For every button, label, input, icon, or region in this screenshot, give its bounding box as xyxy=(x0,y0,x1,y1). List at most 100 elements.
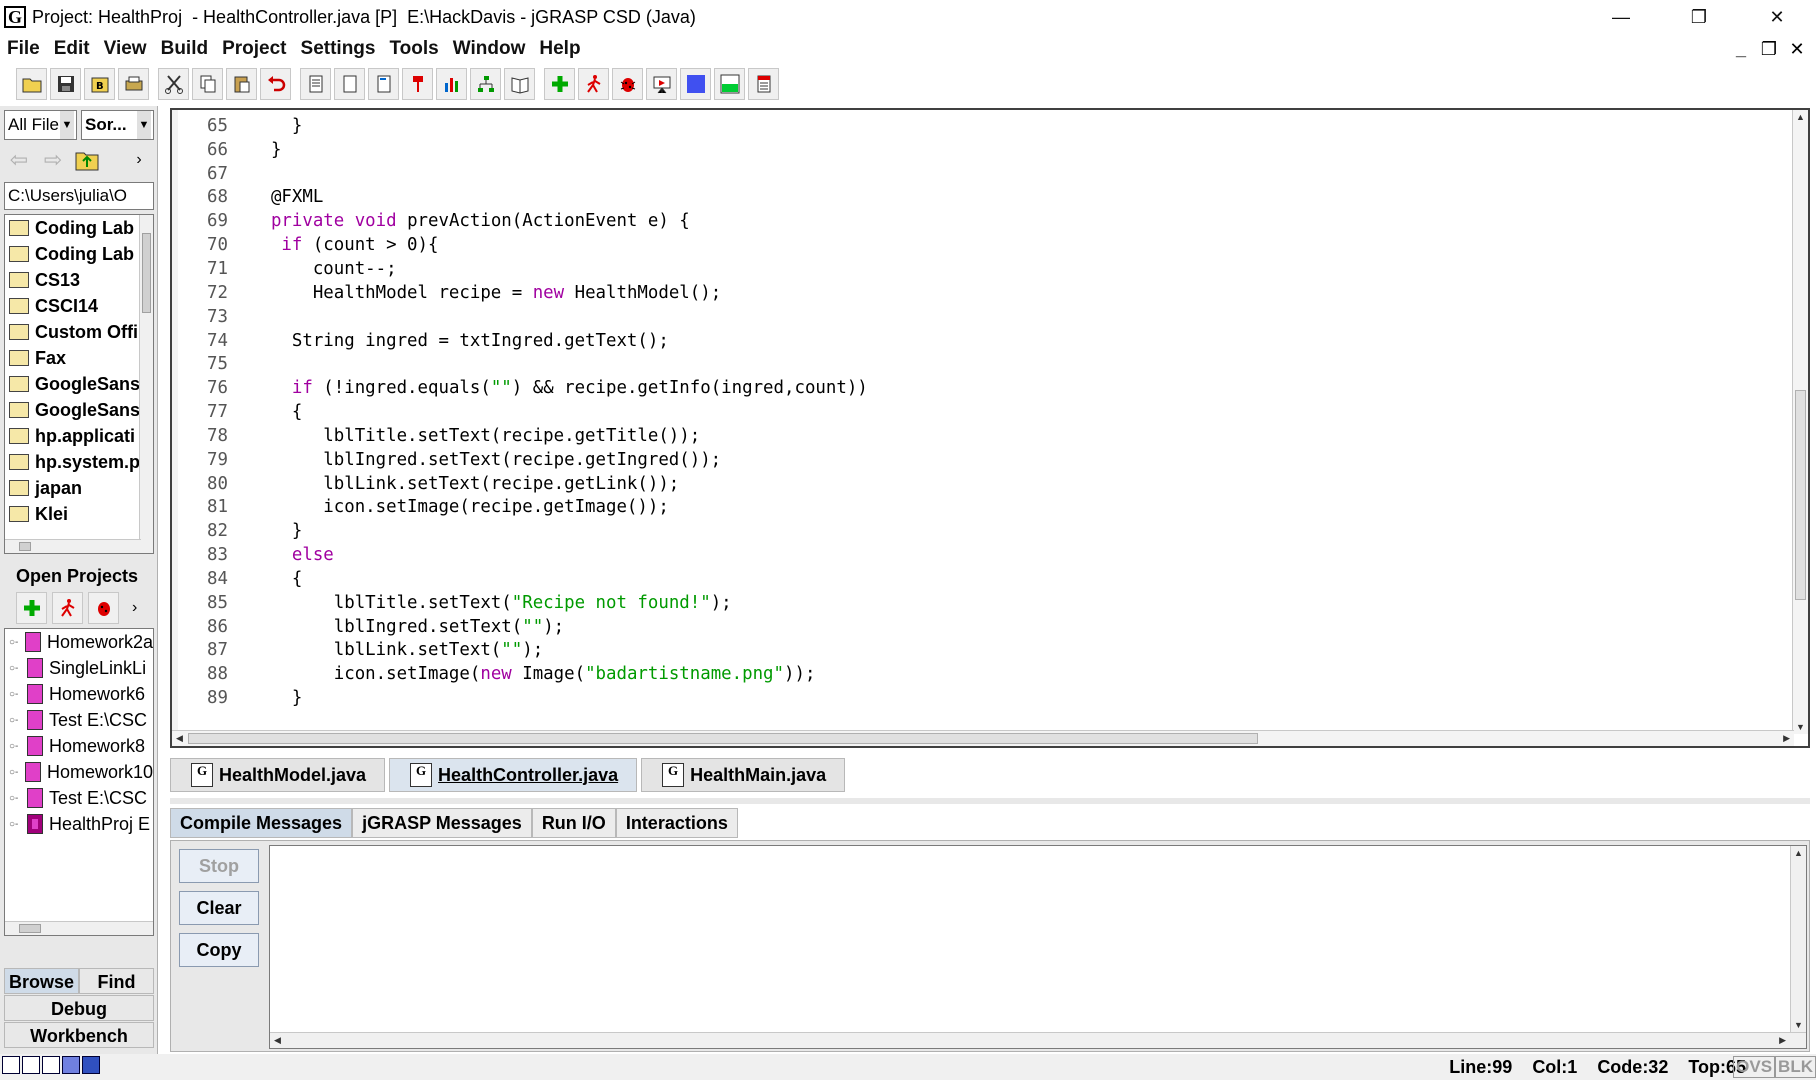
pin-icon[interactable] xyxy=(402,68,433,100)
code-editor[interactable]: 65 } 66 } 67 68 @FXML 69 private void prevAc… xyxy=(170,108,1810,748)
output-hscrollbar[interactable]: ◀ ▶ xyxy=(270,1032,1806,1048)
up-folder-icon[interactable] xyxy=(72,146,102,174)
projects-hscrollbar[interactable] xyxy=(5,921,153,935)
expand-toggle-icon[interactable]: ○- xyxy=(9,741,21,752)
scroll-right-icon[interactable]: ▶ xyxy=(1783,733,1790,744)
expand-toggle-icon[interactable]: ○- xyxy=(9,793,21,804)
code-line[interactable]: 74 String ingred = txtIngred.getText(); xyxy=(180,329,1780,353)
editor-hscrollbar[interactable]: ◀ ▶ xyxy=(172,730,1794,746)
uml-diagram-icon[interactable] xyxy=(470,68,501,100)
menu-view[interactable]: View xyxy=(97,38,154,60)
folder-item[interactable]: Coding Lab xyxy=(5,215,153,241)
code-line[interactable]: 72 HealthModel recipe = new HealthModel(… xyxy=(180,281,1780,305)
project-item[interactable]: ○- Test E:\CSC xyxy=(5,785,153,811)
expand-toggle-icon[interactable]: ○- xyxy=(9,663,21,674)
clear-button[interactable]: Clear xyxy=(179,891,259,925)
scroll-left-icon[interactable]: ◀ xyxy=(274,1035,281,1046)
file-tree-scrollbar[interactable] xyxy=(139,215,153,553)
undo-icon[interactable] xyxy=(260,68,291,100)
file-tree-hscrollbar[interactable] xyxy=(5,539,141,553)
folder-item[interactable]: GoogleSans xyxy=(5,397,153,423)
code-line[interactable]: 82 } xyxy=(180,519,1780,543)
browse-icon[interactable] xyxy=(368,68,399,100)
file-filter-combo[interactable]: All File ▼ xyxy=(4,110,77,140)
file-tab-healthcontroller[interactable]: G HealthController.java xyxy=(389,758,638,792)
code-line[interactable]: 77 { xyxy=(180,400,1780,424)
bar-chart-icon[interactable] xyxy=(436,68,467,100)
tab-find[interactable]: Find xyxy=(79,968,154,994)
scroll-thumb[interactable] xyxy=(1795,390,1806,600)
editor-vscrollbar[interactable]: ▲ ▼ xyxy=(1792,110,1808,734)
minimize-button[interactable]: — xyxy=(1582,0,1660,34)
project-item[interactable]: ○- Homework2a xyxy=(5,629,153,655)
code-line[interactable]: 75 xyxy=(180,352,1780,376)
save-icon[interactable] xyxy=(50,68,81,100)
project-item-active[interactable]: ○- HealthProj E xyxy=(5,811,153,837)
run-icon[interactable] xyxy=(52,592,83,624)
paste-icon[interactable] xyxy=(226,68,257,100)
expand-toggle-icon[interactable]: ○- xyxy=(9,819,21,830)
code-line[interactable]: 84 { xyxy=(180,567,1780,591)
forward-arrow-icon[interactable]: ⇨ xyxy=(38,146,68,174)
scroll-up-icon[interactable]: ▲ xyxy=(1796,112,1805,122)
blue-square-icon[interactable] xyxy=(680,68,711,100)
folder-item[interactable]: japan xyxy=(5,475,153,501)
folder-item[interactable]: Klei xyxy=(5,501,153,527)
folder-item[interactable]: CS13 xyxy=(5,267,153,293)
new-blank-icon[interactable] xyxy=(334,68,365,100)
code-line[interactable]: 78 lblTitle.setText(recipe.getTitle()); xyxy=(180,424,1780,448)
code-line[interactable]: 79 lblIngred.setText(recipe.getIngred())… xyxy=(180,448,1780,472)
open-folder-icon[interactable] xyxy=(16,68,47,100)
doc-minimize-icon[interactable]: _ xyxy=(1730,38,1752,60)
viewer-icon[interactable] xyxy=(646,68,677,100)
run-icon[interactable] xyxy=(578,68,609,100)
file-tab-healthmain[interactable]: G HealthMain.java xyxy=(641,758,846,792)
scroll-left-icon[interactable]: ◀ xyxy=(176,733,183,744)
tab-debug[interactable]: Debug xyxy=(4,995,154,1021)
code-line[interactable]: 70 if (count > 0){ xyxy=(180,233,1780,257)
layout-float-icon[interactable] xyxy=(2,1056,20,1074)
sort-combo[interactable]: Sor... ▼ xyxy=(81,110,154,140)
debug-icon[interactable] xyxy=(612,68,643,100)
tab-jgrasp-messages[interactable]: jGRASP Messages xyxy=(352,808,532,838)
scroll-down-icon[interactable]: ▼ xyxy=(1794,1020,1803,1030)
scroll-down-icon[interactable]: ▼ xyxy=(1796,722,1805,732)
expand-toggle-icon[interactable]: ○- xyxy=(9,637,19,648)
document-icon[interactable] xyxy=(748,68,779,100)
cut-icon[interactable] xyxy=(158,68,189,100)
folder-item[interactable]: Custom Offi xyxy=(5,319,153,345)
layout-columns-icon[interactable] xyxy=(42,1056,60,1074)
scroll-thumb[interactable] xyxy=(142,233,151,313)
code-line[interactable]: 87 lblLink.setText(""); xyxy=(180,639,1780,663)
folder-item[interactable]: CSCI14 xyxy=(5,293,153,319)
code-line[interactable]: 68 @FXML xyxy=(180,186,1780,210)
compile-output-area[interactable]: ▲ ▼ ◀ ▶ xyxy=(269,845,1807,1049)
code-line[interactable]: 85 lblTitle.setText("Recipe not found!")… xyxy=(180,591,1780,615)
tab-workbench[interactable]: Workbench xyxy=(4,1022,154,1048)
print-icon[interactable] xyxy=(118,68,149,100)
doc-restore-icon[interactable]: ❐ xyxy=(1758,38,1780,60)
code-line[interactable]: 69 private void prevAction(ActionEvent e… xyxy=(180,209,1780,233)
expand-toggle-icon[interactable]: ○- xyxy=(9,689,21,700)
project-item[interactable]: ○- Homework8 xyxy=(5,733,153,759)
split-window-icon[interactable] xyxy=(714,68,745,100)
folder-item[interactable]: hp.system.p xyxy=(5,449,153,475)
tab-browse[interactable]: Browse xyxy=(4,968,79,994)
code-line[interactable]: 76 if (!ingred.equals("") && recipe.getI… xyxy=(180,376,1780,400)
panel-splitter[interactable] xyxy=(170,798,1810,804)
restore-button[interactable]: ❐ xyxy=(1660,0,1738,34)
menu-build[interactable]: Build xyxy=(154,38,216,60)
layout-tabs-icon[interactable] xyxy=(62,1056,80,1074)
code-line[interactable]: 66 } xyxy=(180,138,1780,162)
scroll-thumb[interactable] xyxy=(19,924,41,933)
project-item[interactable]: ○- Test E:\CSC xyxy=(5,707,153,733)
project-item[interactable]: ○- Homework10 xyxy=(5,759,153,785)
add-icon[interactable] xyxy=(544,68,575,100)
doc-close-icon[interactable]: ✕ xyxy=(1786,38,1808,60)
folder-item[interactable]: Fax xyxy=(5,345,153,371)
more-chevron-icon[interactable]: › xyxy=(132,599,137,617)
book-icon[interactable] xyxy=(504,68,535,100)
expand-toggle-icon[interactable]: ○- xyxy=(9,715,21,726)
folder-item[interactable]: Coding Lab xyxy=(5,241,153,267)
menu-tools[interactable]: Tools xyxy=(382,38,445,60)
